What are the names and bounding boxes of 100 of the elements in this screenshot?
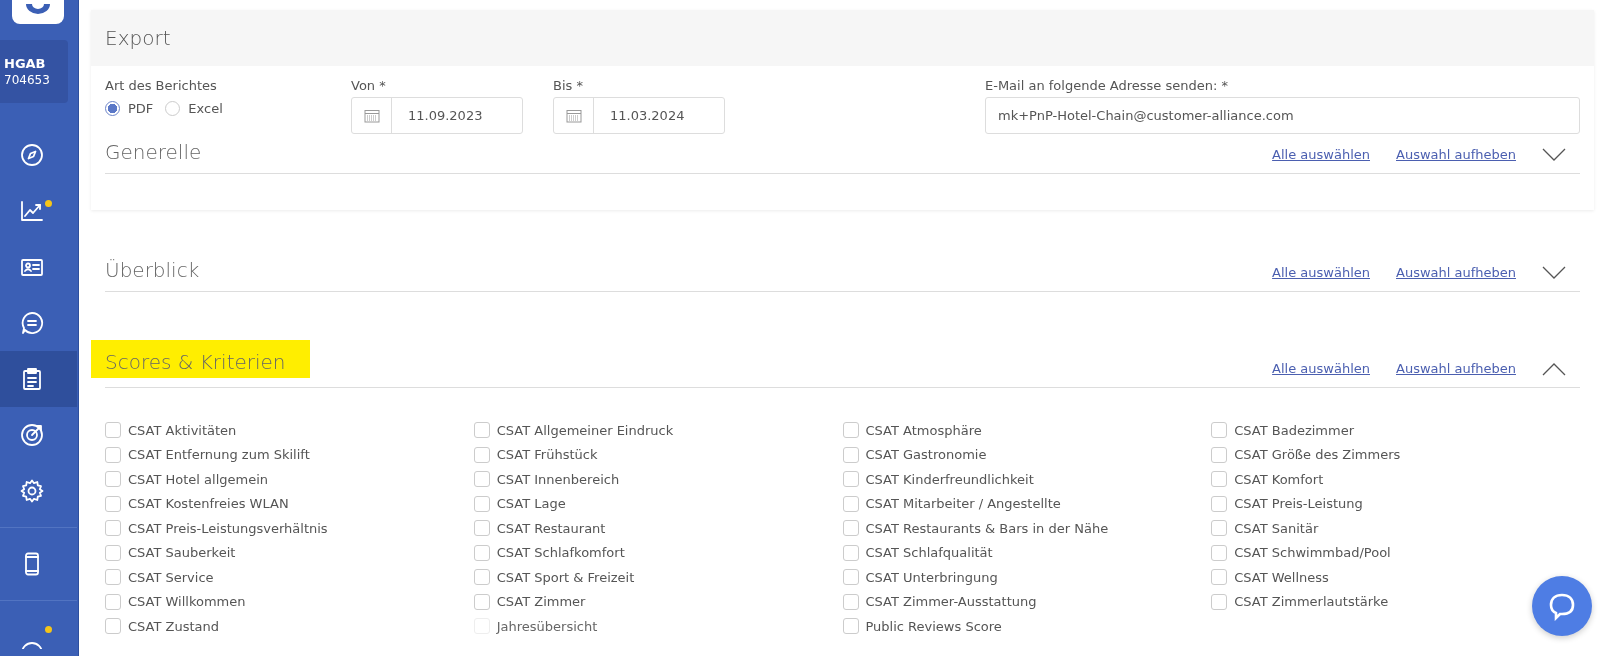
chevron-down-icon[interactable] [1542, 147, 1566, 162]
checkbox-option[interactable]: Public Reviews Score [842, 617, 1002, 636]
email-field[interactable]: mk+PnP-Hotel-Chain@customer-alliance.com [985, 97, 1580, 134]
chat-button[interactable] [1532, 576, 1592, 636]
checkbox-label: CSAT Hotel allgemein [128, 471, 269, 487]
checkbox-option[interactable]: CSAT Preis-Leistung [1211, 494, 1363, 513]
section-title: Überblick [105, 258, 200, 282]
checkbox-option[interactable]: CSAT Kinderfreundlichkeit [842, 470, 1034, 489]
checkbox-option[interactable]: CSAT Zimmerlautstärke [1211, 592, 1389, 611]
checkbox[interactable] [842, 422, 859, 439]
checkbox[interactable] [842, 446, 859, 463]
checkbox[interactable] [473, 569, 490, 586]
chevron-down-icon[interactable] [1542, 265, 1566, 280]
checkbox[interactable] [1211, 569, 1228, 586]
checkbox-option[interactable]: CSAT Sanitär [1211, 519, 1319, 538]
select-all-link[interactable]: Alle auswählen [1272, 361, 1370, 376]
checkbox[interactable] [1211, 544, 1228, 561]
checkbox-label: CSAT Frühstück [496, 447, 598, 463]
checkbox[interactable] [1211, 471, 1228, 488]
deselect-link[interactable]: Auswahl aufheben [1396, 361, 1516, 376]
checkbox[interactable] [1211, 495, 1228, 512]
checkbox-option[interactable]: CSAT Hotel allgemein [105, 470, 269, 489]
checkbox-option[interactable]: CSAT Willkommen [105, 592, 246, 611]
account-panel[interactable]: HGAB 704653 [0, 40, 68, 103]
radio-option[interactable]: PDF [105, 101, 154, 116]
checkbox-label: CSAT Gastronomie [865, 447, 987, 463]
checkbox[interactable] [105, 593, 121, 610]
checkbox-label: CSAT Größe des Zimmers [1234, 447, 1401, 463]
checkbox[interactable] [842, 471, 859, 488]
checkbox[interactable] [1211, 446, 1228, 463]
checkbox[interactable] [1211, 422, 1228, 439]
radio-option[interactable]: Excel [165, 101, 223, 116]
checkbox[interactable] [473, 495, 490, 512]
checkbox-option[interactable]: CSAT Frühstück [473, 445, 598, 464]
checkbox-label: CSAT Zustand [128, 618, 219, 634]
checkbox-option[interactable]: CSAT Schlafqualität [842, 543, 993, 562]
checkbox[interactable] [842, 520, 859, 537]
checkbox[interactable] [105, 422, 121, 439]
checkbox[interactable] [473, 593, 490, 610]
checkbox[interactable] [842, 593, 859, 610]
checkbox-label: CSAT Sanitär [1234, 520, 1319, 536]
checkbox-option[interactable]: CSAT Größe des Zimmers [1211, 445, 1401, 464]
date-label: Bis * [553, 78, 584, 94]
nav-item[interactable] [0, 351, 77, 407]
checkbox[interactable] [473, 520, 490, 537]
checkbox-option[interactable]: CSAT Kostenfreies WLAN [105, 494, 289, 513]
checkbox[interactable] [842, 495, 859, 512]
checkbox-option[interactable]: CSAT Schwimmbad/Pool [1211, 543, 1391, 562]
checkbox-label: CSAT Zimmer [496, 594, 586, 610]
checkbox[interactable] [842, 569, 859, 586]
checkbox-option[interactable]: CSAT Service [105, 568, 214, 587]
checkbox-option[interactable]: CSAT Zimmer-Ausstattung [842, 592, 1037, 611]
checkbox[interactable] [473, 544, 490, 561]
checkbox-option[interactable]: CSAT Sauberkeit [105, 543, 236, 562]
checkbox-option[interactable]: CSAT Preis-Leistungsverhältnis [105, 519, 328, 538]
checkbox-option[interactable]: CSAT Restaurants & Bars in der Nähe [842, 519, 1109, 538]
checkbox-option[interactable]: CSAT Aktivitäten [105, 421, 237, 440]
checkbox-label: CSAT Restaurant [496, 520, 606, 536]
checkbox[interactable] [473, 422, 490, 439]
checkbox[interactable] [1211, 520, 1228, 537]
checkbox-label: CSAT Unterbringung [865, 569, 998, 585]
date-field[interactable]: 11.09.2023 [351, 97, 523, 134]
checkbox[interactable] [842, 544, 859, 561]
checkbox-option[interactable]: CSAT Restaurant [473, 519, 606, 538]
checkbox-option[interactable]: CSAT Zimmer [473, 592, 586, 611]
checkbox-option[interactable]: CSAT Badezimmer [1211, 421, 1355, 440]
checkbox[interactable] [473, 471, 490, 488]
checkbox-option[interactable]: CSAT Allgemeiner Eindruck [473, 421, 674, 440]
checkbox[interactable] [105, 520, 121, 537]
checkbox[interactable] [105, 495, 121, 512]
checkbox-option[interactable]: CSAT Zustand [105, 617, 219, 636]
select-all-link[interactable]: Alle auswählen [1272, 147, 1370, 162]
checkbox[interactable] [1211, 593, 1228, 610]
checkbox-option[interactable]: CSAT Wellness [1211, 568, 1329, 587]
checkbox-option[interactable]: CSAT Unterbringung [842, 568, 998, 587]
checkbox[interactable] [473, 446, 490, 463]
checkbox[interactable] [105, 544, 121, 561]
checkbox[interactable] [105, 471, 121, 488]
chevron-up-icon[interactable] [1542, 361, 1566, 376]
select-all-link[interactable]: Alle auswählen [1272, 265, 1370, 280]
checkbox-option[interactable]: CSAT Mitarbeiter / Angestellte [842, 494, 1061, 513]
checkbox[interactable] [105, 569, 121, 586]
checkbox-option[interactable]: CSAT Sport & Freizeit [473, 568, 635, 587]
checkbox-option[interactable]: CSAT Atmosphäre [842, 421, 982, 440]
checkbox-option[interactable]: CSAT Lage [473, 494, 566, 513]
deselect-link[interactable]: Auswahl aufheben [1396, 265, 1516, 280]
deselect-link[interactable]: Auswahl aufheben [1396, 147, 1516, 162]
checkbox-label: CSAT Innenbereich [496, 471, 620, 487]
checkbox-option[interactable]: CSAT Schlafkomfort [473, 543, 625, 562]
checkbox-option[interactable]: CSAT Komfort [1211, 470, 1324, 489]
checkbox-label: CSAT Zimmerlautstärke [1234, 594, 1389, 610]
date-field[interactable]: 11.03.2024 [553, 97, 725, 134]
checkbox[interactable] [105, 618, 121, 635]
checkbox-option[interactable]: CSAT Entfernung zum Skilift [105, 445, 310, 464]
report-type-label: Art des Berichtes [105, 78, 218, 94]
checkbox-option[interactable]: CSAT Gastronomie [842, 445, 987, 464]
checkbox[interactable] [842, 618, 859, 635]
radio-button[interactable] [105, 101, 120, 116]
checkbox[interactable] [105, 446, 121, 463]
checkbox-option[interactable]: CSAT Innenbereich [473, 470, 620, 489]
